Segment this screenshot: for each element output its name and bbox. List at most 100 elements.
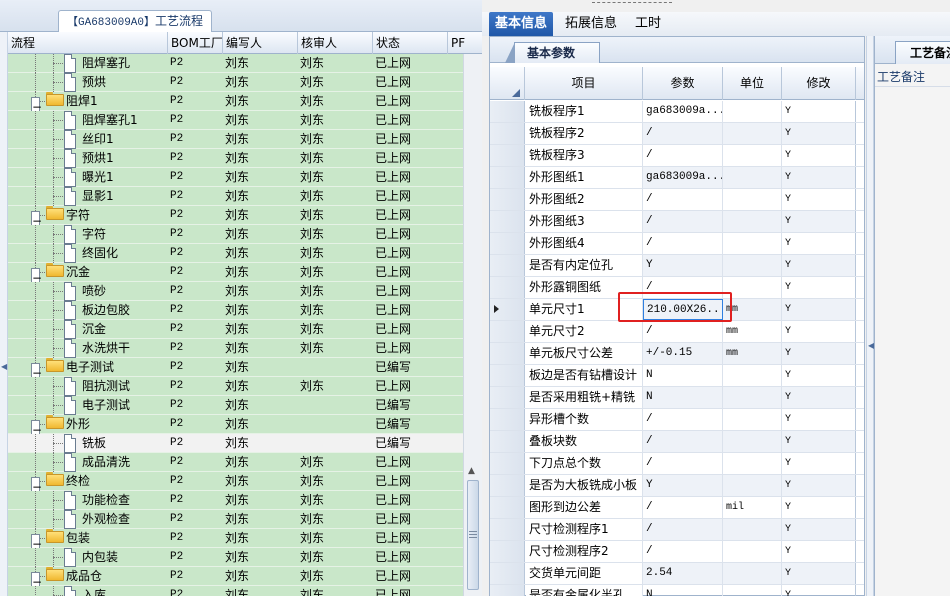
param-modify-cell[interactable]: Y: [782, 321, 856, 342]
top-splitter-grip[interactable]: [592, 2, 672, 6]
param-value-cell[interactable]: N: [643, 585, 723, 596]
row-indicator[interactable]: [490, 409, 525, 430]
middle-splitter[interactable]: ◀: [866, 36, 874, 596]
row-indicator[interactable]: [490, 211, 525, 232]
param-value-cell[interactable]: ga683009a...: [643, 167, 723, 188]
param-value-cell[interactable]: N: [643, 365, 723, 386]
col-header-bom[interactable]: BOM工厂: [168, 32, 223, 54]
row-indicator[interactable]: [490, 123, 525, 144]
param-unit-cell[interactable]: [723, 409, 782, 430]
param-modify-cell[interactable]: Y: [782, 519, 856, 540]
tree-row[interactable]: 功能检查 P2 刘东 刘东 已上网: [8, 491, 463, 510]
param-modify-cell[interactable]: Y: [782, 101, 856, 122]
row-indicator[interactable]: [490, 255, 525, 276]
param-modify-cell[interactable]: Y: [782, 409, 856, 430]
row-indicator[interactable]: [490, 519, 525, 540]
tree-row[interactable]: 电子测试 P2 刘东 已编写: [8, 396, 463, 415]
param-row[interactable]: 外形图纸1 ga683009a... Y: [490, 167, 864, 189]
param-unit-cell[interactable]: mm: [723, 343, 782, 364]
tree-row[interactable]: 曝光1 P2 刘东 刘东 已上网: [8, 168, 463, 187]
tree-folder-row[interactable]: − 终检 P2 刘东 刘东 已上网: [8, 472, 463, 496]
param-row[interactable]: 叠板块数 / Y: [490, 431, 864, 453]
param-unit-cell[interactable]: [723, 585, 782, 596]
tab-basic-params[interactable]: 基本参数: [505, 42, 600, 63]
param-modify-cell[interactable]: Y: [782, 299, 856, 320]
param-value-cell[interactable]: Y: [643, 475, 723, 496]
param-unit-cell[interactable]: [723, 431, 782, 452]
row-indicator[interactable]: [490, 585, 525, 596]
param-unit-cell[interactable]: [723, 475, 782, 496]
col-header-flow[interactable]: 流程: [8, 32, 168, 54]
param-modify-cell[interactable]: Y: [782, 255, 856, 276]
param-row[interactable]: 铣板程序2/ Y: [490, 123, 864, 145]
param-unit-cell[interactable]: [723, 365, 782, 386]
tree-row[interactable]: 水洗烘干 P2 刘东 刘东 已上网: [8, 339, 463, 358]
tree-row[interactable]: 内包装 P2 刘东 刘东 已上网: [8, 548, 463, 567]
tree-row[interactable]: 板边包胶 P2 刘东 刘东 已上网: [8, 301, 463, 320]
param-modify-cell[interactable]: Y: [782, 211, 856, 232]
param-modify-cell[interactable]: Y: [782, 475, 856, 496]
param-modify-cell[interactable]: Y: [782, 343, 856, 364]
row-indicator[interactable]: [490, 233, 525, 254]
tab-work-hours[interactable]: 工时: [629, 12, 667, 36]
param-unit-cell[interactable]: [723, 211, 782, 232]
col-header-modify[interactable]: 修改: [782, 67, 856, 100]
collapse-arrow-icon[interactable]: ◀: [1, 362, 7, 371]
tree-row[interactable]: 沉金 P2 刘东 刘东 已上网: [8, 320, 463, 339]
param-row[interactable]: 是否有内定位孔 Y Y: [490, 255, 864, 277]
tree-row[interactable]: 入库 P2 刘东 刘东 已上网: [8, 586, 463, 596]
param-row[interactable]: 是否有金属化半孔 N Y: [490, 585, 864, 596]
col-header-param[interactable]: 参数: [643, 67, 723, 100]
param-row[interactable]: 图形到边公差 / mil Y: [490, 497, 864, 519]
tree-row[interactable]: 阻焊塞孔1 P2 刘东 刘东 已上网: [8, 111, 463, 130]
scrollbar-thumb[interactable]: [467, 480, 479, 590]
param-row[interactable]: 板边是否有钻槽设计 N Y: [490, 365, 864, 387]
param-unit-cell[interactable]: [723, 519, 782, 540]
tree-row[interactable]: 喷砂 P2 刘东 刘东 已上网: [8, 282, 463, 301]
row-indicator[interactable]: [490, 189, 525, 210]
tree-folder-row[interactable]: − 电子测试 P2 刘东 已编写: [8, 358, 463, 382]
param-row[interactable]: 异形槽个数 / Y: [490, 409, 864, 431]
col-header-pf[interactable]: PF: [448, 32, 482, 54]
param-unit-cell[interactable]: [723, 255, 782, 276]
row-indicator[interactable]: [490, 365, 525, 386]
tree-folder-row[interactable]: − 字符 P2 刘东 刘东 已上网: [8, 206, 463, 230]
row-indicator[interactable]: [490, 277, 525, 298]
param-row[interactable]: 单元尺寸1 210.00X26... mm Y: [490, 299, 864, 321]
param-value-cell[interactable]: /: [643, 321, 723, 342]
param-row[interactable]: 尺寸检测程序1/ Y: [490, 519, 864, 541]
tree-folder-row[interactable]: − 成品仓 P2 刘东 刘东 已上网: [8, 567, 463, 591]
param-modify-cell[interactable]: Y: [782, 167, 856, 188]
param-value-cell[interactable]: 210.00X26...: [643, 299, 723, 320]
row-indicator[interactable]: [490, 343, 525, 364]
param-unit-cell[interactable]: [723, 563, 782, 584]
param-row[interactable]: 是否为大板铣成小板 Y Y: [490, 475, 864, 497]
param-modify-cell[interactable]: Y: [782, 189, 856, 210]
param-row[interactable]: 单元尺寸2/mm Y: [490, 321, 864, 343]
param-unit-cell[interactable]: [723, 233, 782, 254]
param-row[interactable]: 交货单元间距 2.54 Y: [490, 563, 864, 585]
param-value-cell[interactable]: /: [643, 497, 723, 518]
param-modify-cell[interactable]: Y: [782, 387, 856, 408]
param-value-cell[interactable]: +/-0.15: [643, 343, 723, 364]
param-row[interactable]: 外形图纸4/ Y: [490, 233, 864, 255]
param-unit-cell[interactable]: [723, 167, 782, 188]
tab-extended-info[interactable]: 拓展信息: [559, 12, 623, 36]
tab-process-flow[interactable]: 【GA683009A0】工艺流程: [58, 10, 213, 32]
param-row[interactable]: 单元板尺寸公差 +/-0.15 mm Y: [490, 343, 864, 365]
param-unit-cell[interactable]: mm: [723, 321, 782, 342]
param-modify-cell[interactable]: Y: [782, 431, 856, 452]
tree-folder-row[interactable]: − 沉金 P2 刘东 刘东 已上网: [8, 263, 463, 287]
row-indicator[interactable]: [490, 167, 525, 188]
row-indicator[interactable]: [490, 321, 525, 342]
param-modify-cell[interactable]: Y: [782, 145, 856, 166]
param-modify-cell[interactable]: Y: [782, 233, 856, 254]
param-unit-cell[interactable]: [723, 453, 782, 474]
row-indicator[interactable]: [490, 563, 525, 584]
param-unit-cell[interactable]: mil: [723, 497, 782, 518]
row-indicator[interactable]: [490, 497, 525, 518]
process-grid-scrollbar[interactable]: ▲: [463, 54, 482, 596]
row-indicator[interactable]: [490, 431, 525, 452]
param-value-cell[interactable]: /: [643, 189, 723, 210]
param-value-cell[interactable]: /: [643, 233, 723, 254]
